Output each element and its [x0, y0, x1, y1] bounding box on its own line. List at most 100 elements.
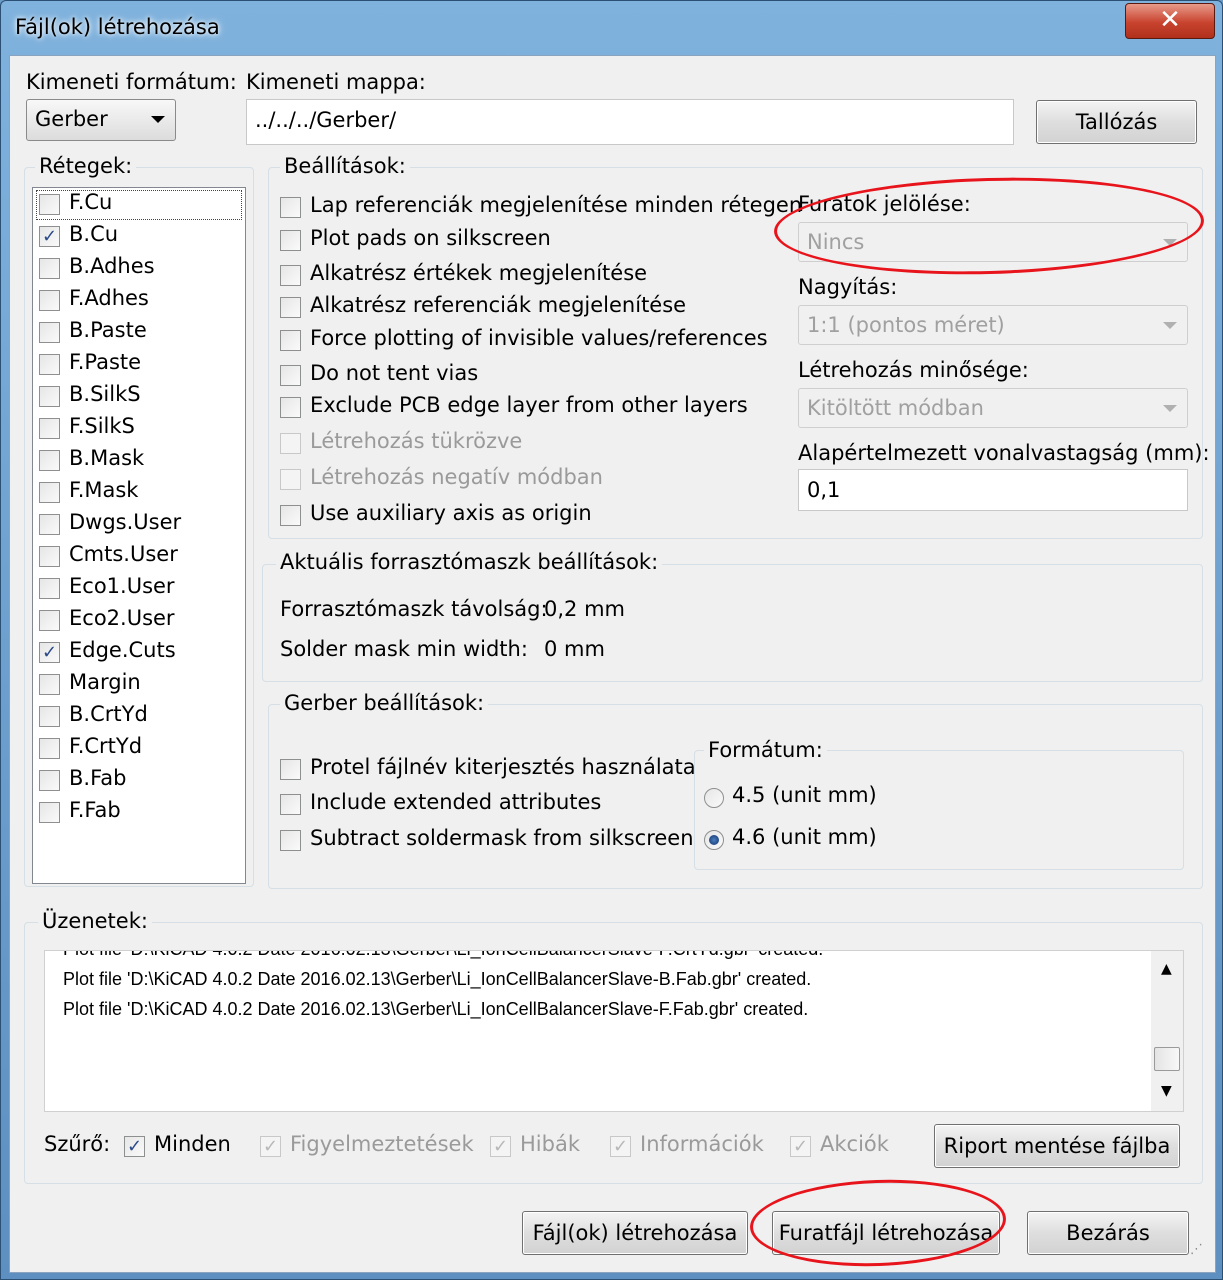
settings-option-label: Use auxiliary axis as origin: [310, 501, 592, 525]
checkbox-checked[interactable]: ✓: [39, 226, 60, 247]
gerber-option-label: Include extended attributes: [310, 790, 602, 814]
scroll-down-icon[interactable]: ▼: [1161, 1083, 1172, 1099]
checkbox[interactable]: [39, 802, 60, 823]
message-line: Plot file 'D:\KiCAD 4.0.2 Date 2016.02.1…: [63, 969, 812, 989]
checkbox[interactable]: [280, 433, 301, 454]
checkbox[interactable]: [280, 794, 301, 815]
messages-group-label: Üzenetek:: [38, 909, 152, 933]
layer-item-label: Eco1.User: [69, 574, 175, 598]
checkbox[interactable]: [39, 770, 60, 791]
layer-item-label: Cmts.User: [69, 542, 178, 566]
checkbox[interactable]: [39, 706, 60, 727]
title-bar[interactable]: Fájl(ok) létrehozása ✕: [1, 1, 1222, 55]
plot-mode-select[interactable]: Kitöltött módban: [798, 388, 1188, 428]
close-window-button[interactable]: ✕: [1125, 3, 1215, 39]
checkbox[interactable]: [280, 830, 301, 851]
checkbox[interactable]: [280, 469, 301, 490]
gerber-group-label: Gerber beállítások:: [280, 691, 489, 715]
output-format-value: Gerber: [35, 107, 108, 131]
browse-button[interactable]: Tallózás: [1036, 100, 1197, 144]
radio-selected[interactable]: [704, 830, 724, 850]
checkbox[interactable]: [280, 265, 301, 286]
checkbox[interactable]: [39, 738, 60, 759]
resize-grip-icon[interactable]: ⋰: [1190, 1242, 1206, 1258]
checkbox[interactable]: [39, 290, 60, 311]
output-format-label: Kimeneti formátum:: [26, 70, 237, 94]
gerber-option-label: Protel fájlnév kiterjesztés használata: [310, 755, 696, 779]
layer-item-label: Margin: [69, 670, 141, 694]
line-width-label: Alapértelmezett vonalvastagság (mm):: [798, 441, 1210, 465]
gerber-format-radio-label: 4.6 (unit mm): [732, 825, 877, 849]
checkbox[interactable]: [280, 397, 301, 418]
filter-checkbox-label: Akciók: [820, 1132, 889, 1156]
message-line: Plot file 'D:\KiCAD 4.0.2 Date 2016.02.1…: [63, 999, 809, 1019]
radio[interactable]: [704, 788, 724, 808]
checkbox[interactable]: [39, 450, 60, 471]
checkbox-checked[interactable]: ✓: [790, 1136, 811, 1157]
checkbox[interactable]: [280, 759, 301, 780]
layers-list[interactable]: F.Cu ✓ B.Cu B.Adhes F.Adhes B.Paste F.Paste B.S…: [32, 187, 246, 884]
gerber-format-radio-label: 4.5 (unit mm): [732, 783, 877, 807]
checkbox[interactable]: [39, 514, 60, 535]
checkbox[interactable]: [280, 330, 301, 351]
messages-scrollbar[interactable]: ▲ ▼: [1151, 951, 1183, 1111]
messages-log[interactable]: Plot file 'D:\KiCAD 4.0.2 Date 2016.02.1…: [44, 950, 1184, 1112]
line-width-input[interactable]: 0,1: [798, 469, 1188, 511]
checkbox[interactable]: [39, 354, 60, 375]
save-report-button[interactable]: Riport mentése fájlba: [934, 1124, 1180, 1168]
checkbox-checked[interactable]: ✓: [39, 642, 60, 663]
annotation-circle-drill-button: [748, 1175, 1008, 1271]
layers-group-label: Rétegek:: [35, 154, 137, 178]
checkbox[interactable]: [39, 386, 60, 407]
soldermask-group: [262, 564, 1203, 682]
layer-item-label: F.Mask: [69, 478, 139, 502]
checkbox[interactable]: [280, 297, 301, 318]
scale-label: Nagyítás:: [798, 275, 898, 299]
soldermask-group-label: Aktuális forrasztómaszk beállítások:: [276, 550, 663, 574]
checkbox[interactable]: [39, 546, 60, 567]
checkbox[interactable]: [280, 505, 301, 526]
checkbox-checked[interactable]: ✓: [124, 1136, 145, 1157]
layer-item-label: B.SilkS: [69, 382, 141, 406]
layer-item-label: F.CrtYd: [69, 734, 143, 758]
checkbox[interactable]: [39, 578, 60, 599]
checkbox[interactable]: [280, 365, 301, 386]
checkbox-checked[interactable]: ✓: [610, 1136, 631, 1157]
settings-option-label: Alkatrész referenciák megjelenítése: [310, 293, 687, 317]
layer-item-label: B.Mask: [69, 446, 145, 470]
layer-item-label: B.Fab: [69, 766, 127, 790]
checkbox[interactable]: [280, 230, 301, 251]
layer-item-label: F.Paste: [69, 350, 142, 374]
settings-option-label: Force plotting of invisible values/refer…: [310, 326, 768, 350]
checkbox[interactable]: [39, 482, 60, 503]
layer-item-label: F.Fab: [69, 798, 121, 822]
layer-item-label: F.Adhes: [69, 286, 149, 310]
scale-select[interactable]: 1:1 (pontos méret): [798, 305, 1188, 345]
checkbox[interactable]: [39, 418, 60, 439]
layer-item-label: B.CrtYd: [69, 702, 148, 726]
checkbox[interactable]: [39, 322, 60, 343]
chevron-down-icon: [1163, 322, 1177, 329]
chevron-down-icon: [151, 116, 165, 123]
checkbox-checked[interactable]: ✓: [260, 1136, 281, 1157]
settings-option-label: Do not tent vias: [310, 361, 479, 385]
checkbox[interactable]: [39, 674, 60, 695]
output-dir-input[interactable]: ../../../Gerber/: [246, 99, 1014, 145]
layer-item-label: B.Paste: [69, 318, 147, 342]
checkbox-checked[interactable]: ✓: [490, 1136, 511, 1157]
scale-value: 1:1 (pontos méret): [807, 313, 1005, 337]
scroll-up-icon[interactable]: ▲: [1161, 961, 1172, 977]
plot-button[interactable]: Fájl(ok) létrehozása: [522, 1211, 748, 1255]
checkbox[interactable]: [39, 258, 60, 279]
checkbox[interactable]: [39, 610, 60, 631]
checkbox[interactable]: [280, 197, 301, 218]
filter-checkbox-label: Információk: [640, 1132, 764, 1156]
scrollbar-thumb[interactable]: [1154, 1047, 1180, 1071]
output-dir-label: Kimeneti mappa:: [246, 70, 426, 94]
close-button[interactable]: Bezárás: [1027, 1211, 1189, 1255]
settings-option-label: Plot pads on silkscreen: [310, 226, 551, 250]
filter-checkbox-label: Hibák: [520, 1132, 580, 1156]
mask-clearance-label: Forrasztómaszk távolság:: [280, 597, 548, 621]
output-format-select[interactable]: Gerber: [26, 99, 176, 141]
layer-item-label: B.Cu: [69, 222, 119, 246]
